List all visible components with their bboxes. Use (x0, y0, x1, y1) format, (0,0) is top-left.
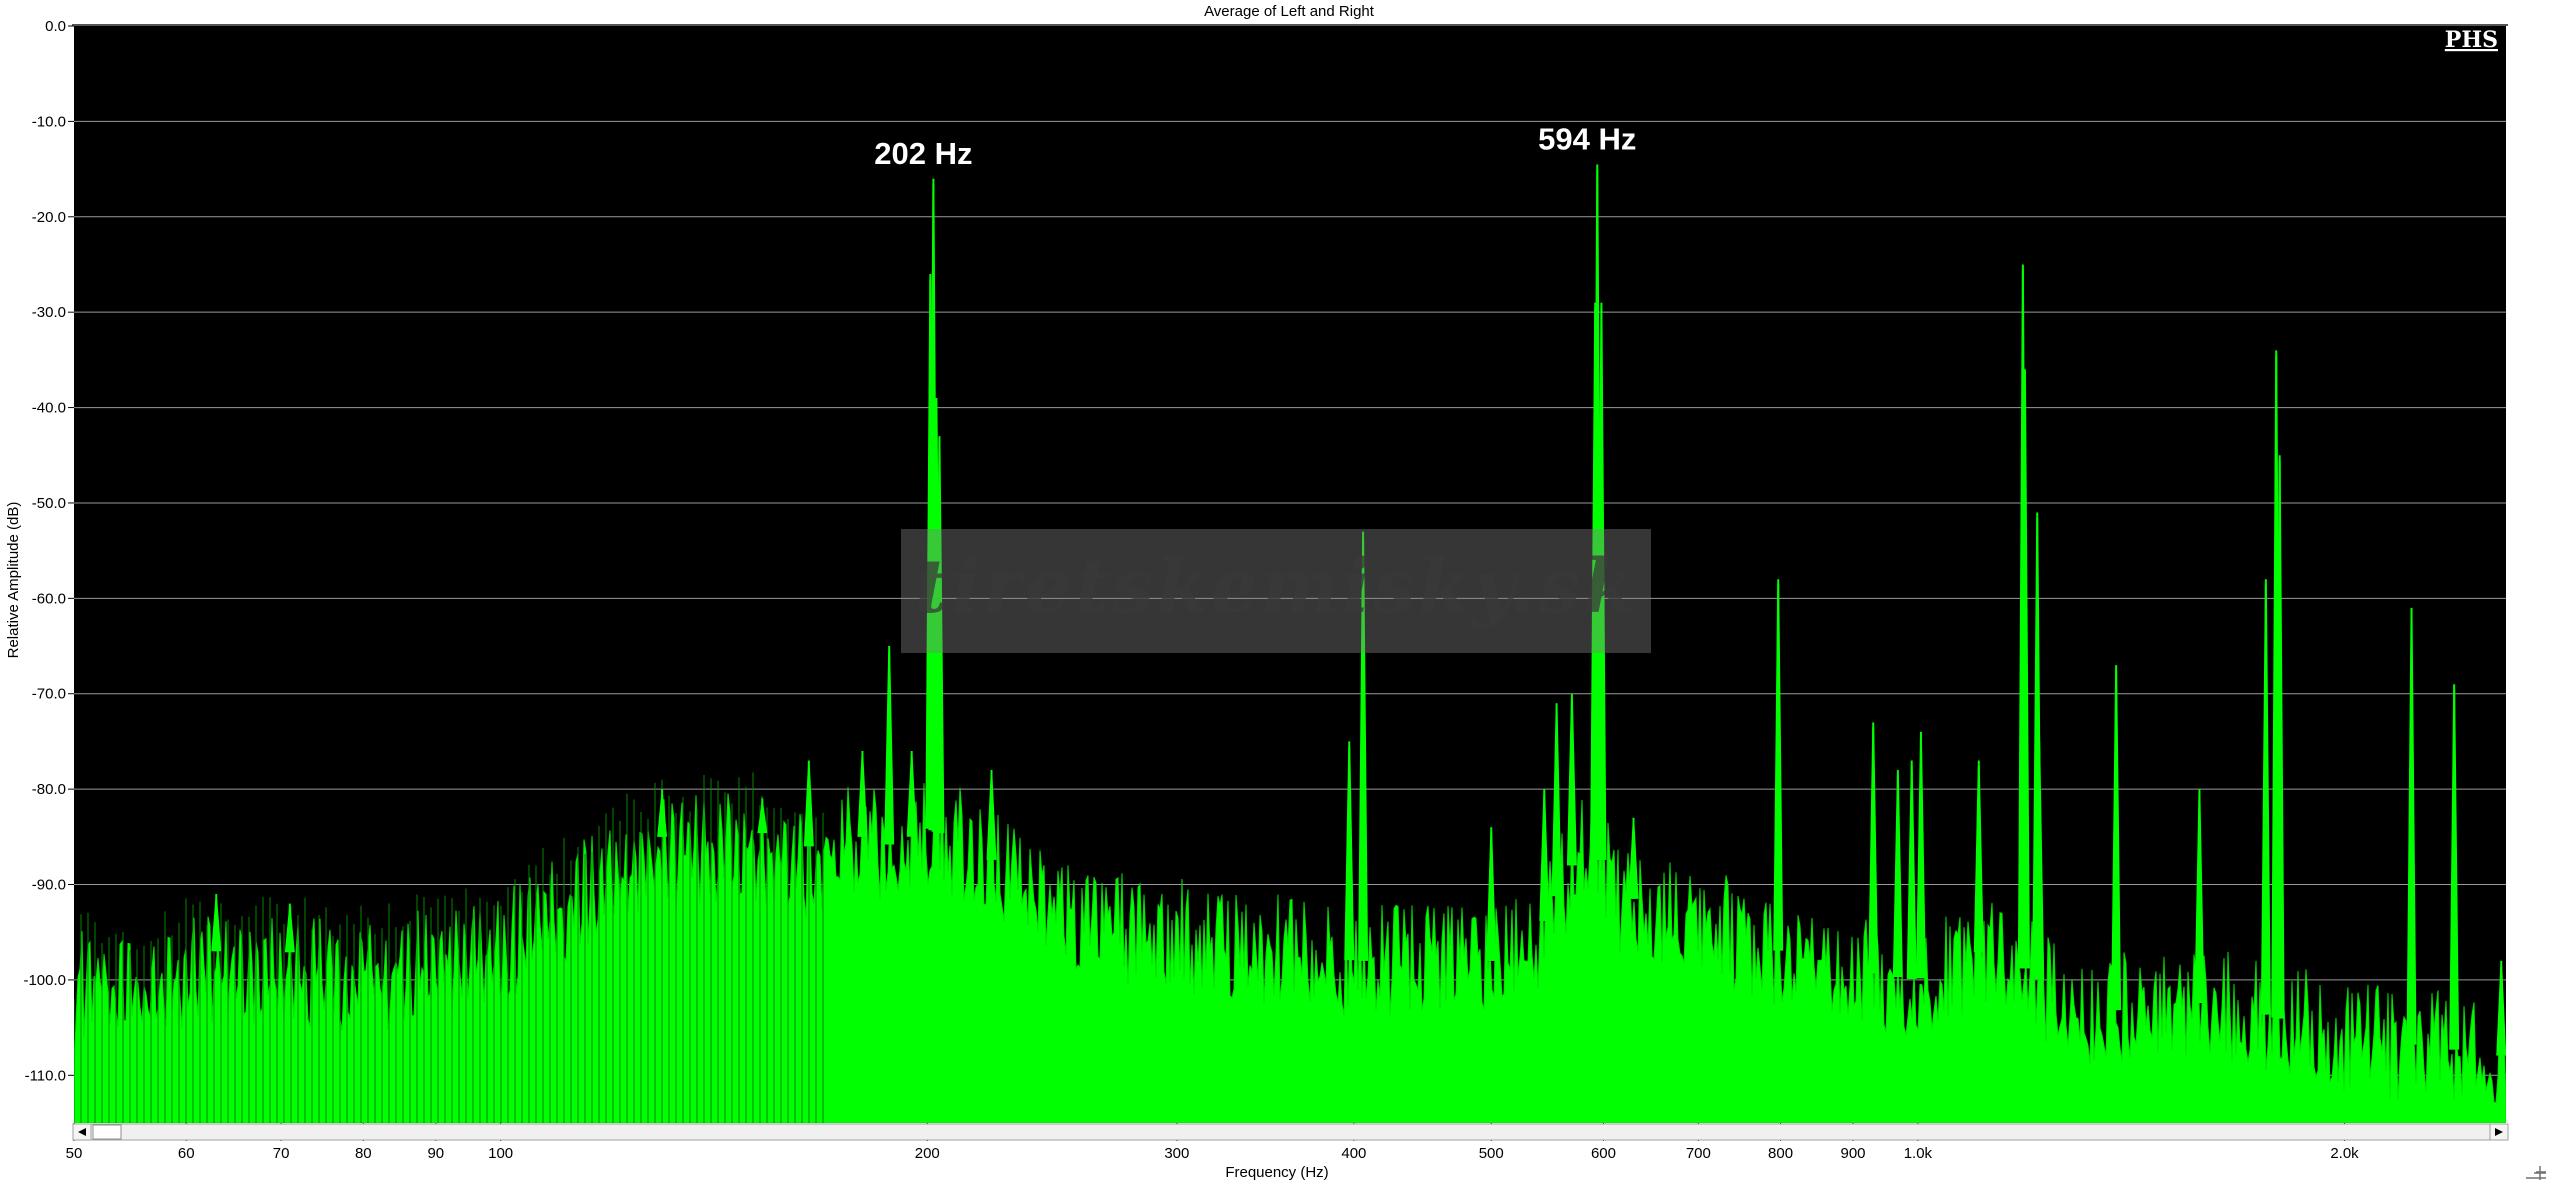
x-tick-label: 800 (1768, 1145, 1793, 1162)
y-tick-label: -30.0 (32, 304, 66, 321)
y-tick-label: -50.0 (32, 495, 66, 512)
x-tick-label: 300 (1164, 1145, 1189, 1162)
x-tick-label: 400 (1341, 1145, 1366, 1162)
x-tick-label: 60 (178, 1145, 195, 1162)
y-tick-label: -90.0 (32, 877, 66, 894)
y-tick-label: -80.0 (32, 781, 66, 798)
watermark: tiretskemisky.sk (901, 529, 1651, 653)
y-tick-label: -10.0 (32, 113, 66, 130)
horizontal-scrollbar[interactable] (72, 1123, 2509, 1141)
spectrum-chart: Average of Left and Right 0.0 -10.0 -20.0 -… (0, 0, 2552, 1184)
y-tick-label: -60.0 (32, 590, 66, 607)
x-tick-label: 70 (273, 1145, 290, 1162)
phs-logo: PHS (2445, 27, 2498, 53)
y-tick-label: -100.0 (23, 972, 66, 989)
x-tick-label: 50 (66, 1145, 83, 1162)
x-tick-label: 600 (1591, 1145, 1616, 1162)
x-tick-label: 700 (1686, 1145, 1711, 1162)
x-tick-label: 1.0k (1904, 1145, 1933, 1162)
y-tick-label: -70.0 (32, 686, 66, 703)
y-tick-label: 0.0 (45, 18, 66, 35)
y-tick-label: -40.0 (32, 400, 66, 417)
x-axis-label: Frequency (Hz) (1225, 1164, 1328, 1181)
x-tick-label: 80 (355, 1145, 372, 1162)
chart-title: Average of Left and Right (1204, 3, 1375, 20)
scrollbar-track[interactable] (72, 1123, 2509, 1141)
x-tick-label: 500 (1479, 1145, 1504, 1162)
watermark-text: tiretskemisky.sk (914, 544, 1637, 630)
y-axis-label: Relative Amplitude (dB) (5, 502, 22, 659)
x-tick-label: 90 (427, 1145, 444, 1162)
y-tick-label: -110.0 (25, 1067, 66, 1084)
x-tick-label: 100 (488, 1145, 513, 1162)
x-tick-label: 900 (1841, 1145, 1866, 1162)
x-tick-label: 200 (915, 1145, 940, 1162)
y-tick-label: -20.0 (32, 209, 66, 226)
peak-label-202hz: 202 Hz (874, 136, 972, 171)
scroll-thumb[interactable] (92, 1124, 122, 1140)
x-tick-label: 2.0k (2330, 1145, 2359, 1162)
peak-label-594hz: 594 Hz (1538, 122, 1636, 157)
